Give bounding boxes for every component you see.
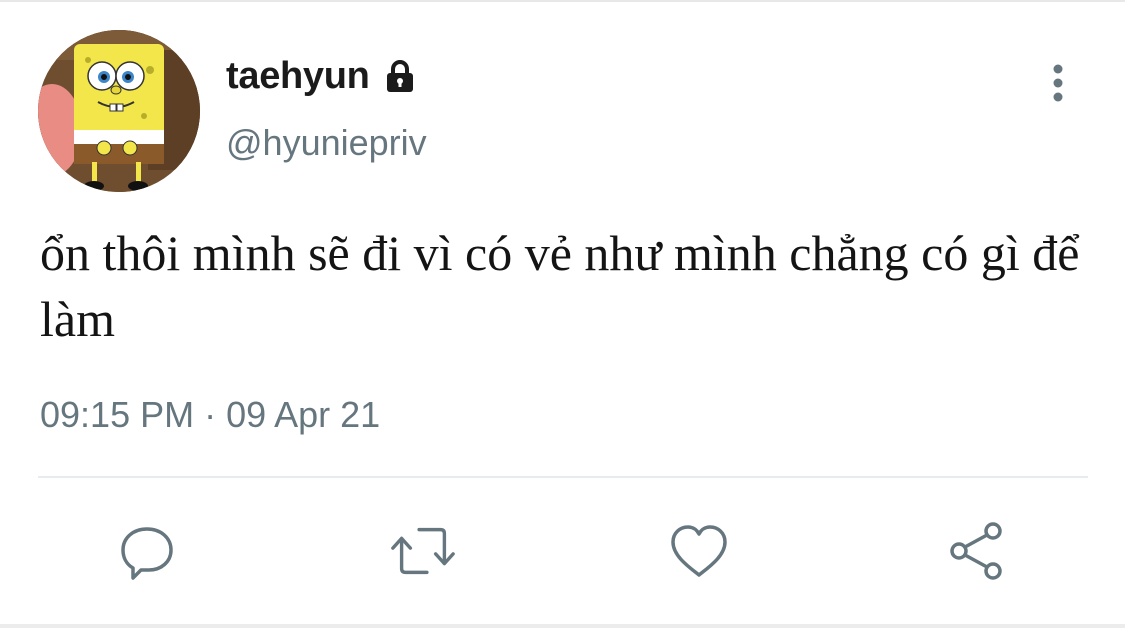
like-button[interactable] [664, 516, 734, 586]
reply-icon [121, 527, 173, 580]
spongebob-avatar-image [38, 30, 200, 192]
tweet-actions [0, 516, 1125, 586]
retweet-button[interactable] [388, 516, 458, 586]
share-icon [950, 522, 1002, 580]
display-name[interactable]: taehyun [226, 55, 370, 98]
reply-button[interactable] [112, 516, 182, 586]
user-handle[interactable]: @hyuniepriv [226, 122, 427, 164]
heart-icon [671, 525, 727, 577]
avatar[interactable] [38, 30, 200, 192]
bottom-divider [0, 624, 1125, 628]
more-vertical-icon [1053, 64, 1063, 102]
tweet-card: taehyun @hyuniepriv ổn thôi mình sẽ đi v… [0, 0, 1125, 628]
tweet-text: ổn thôi mình sẽ đi vì có vẻ như mình chẳ… [40, 225, 1080, 347]
lock-icon [380, 56, 420, 96]
share-button[interactable] [942, 516, 1012, 586]
divider [38, 476, 1088, 478]
retweet-icon [391, 527, 455, 575]
user-name-row: taehyun [226, 52, 420, 100]
tweet-timestamp[interactable]: 09:15 PM · 09 Apr 21 [40, 394, 380, 436]
more-options-button[interactable] [1038, 60, 1078, 106]
